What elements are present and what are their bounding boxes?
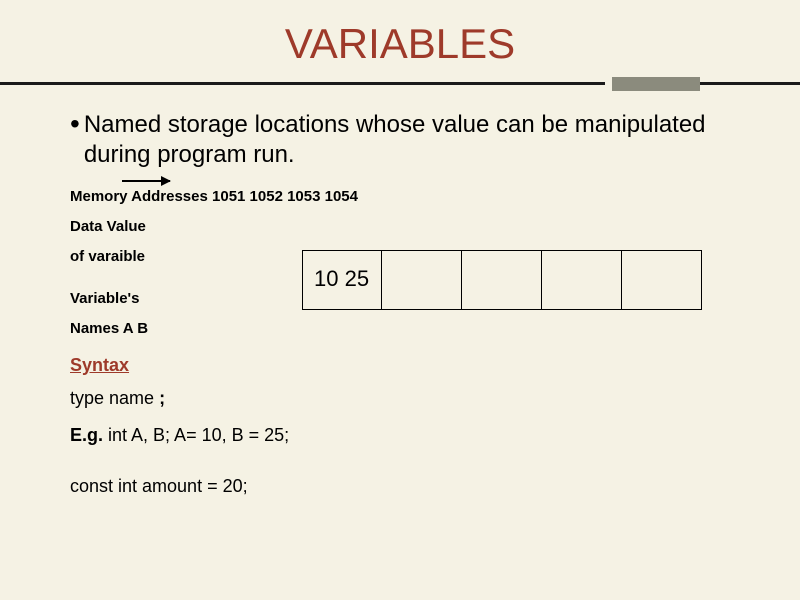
bullet-item: • Named storage locations whose value ca… <box>70 110 730 170</box>
memory-cell <box>622 250 702 310</box>
example-prefix: E.g. <box>70 425 103 445</box>
example-body: int A, B; A= 10, B = 25; <box>103 425 289 445</box>
memory-addresses: 1051 1052 1053 1054 <box>212 188 358 205</box>
const-example: const int amount = 20; <box>70 476 730 497</box>
data-value-label-1: Data Value <box>70 215 730 239</box>
slide-title: VARIABLES <box>0 0 800 76</box>
syntax-heading: Syntax <box>70 355 730 376</box>
title-divider <box>0 76 800 92</box>
arrow-icon <box>122 180 730 182</box>
example-line: E.g. int A, B; A= 10, B = 25; <box>70 425 730 446</box>
memory-cell <box>382 250 462 310</box>
cell-values: 10 25 <box>314 266 369 292</box>
memory-addresses-line: Memory Addresses 1051 1052 1053 1054 <box>70 188 730 205</box>
names-label: Names A B <box>70 317 730 341</box>
syntax-template: type name ; <box>70 388 730 409</box>
memory-cell <box>542 250 622 310</box>
bullet-text: Named storage locations whose value can … <box>84 110 730 170</box>
slide-content: • Named storage locations whose value ca… <box>0 92 800 497</box>
syntax-semicolon: ; <box>159 388 165 408</box>
bullet-dot: • <box>70 110 80 138</box>
memory-cell <box>462 250 542 310</box>
memory-label: Memory Addresses <box>70 188 208 205</box>
syntax-type-name: type name <box>70 388 154 408</box>
